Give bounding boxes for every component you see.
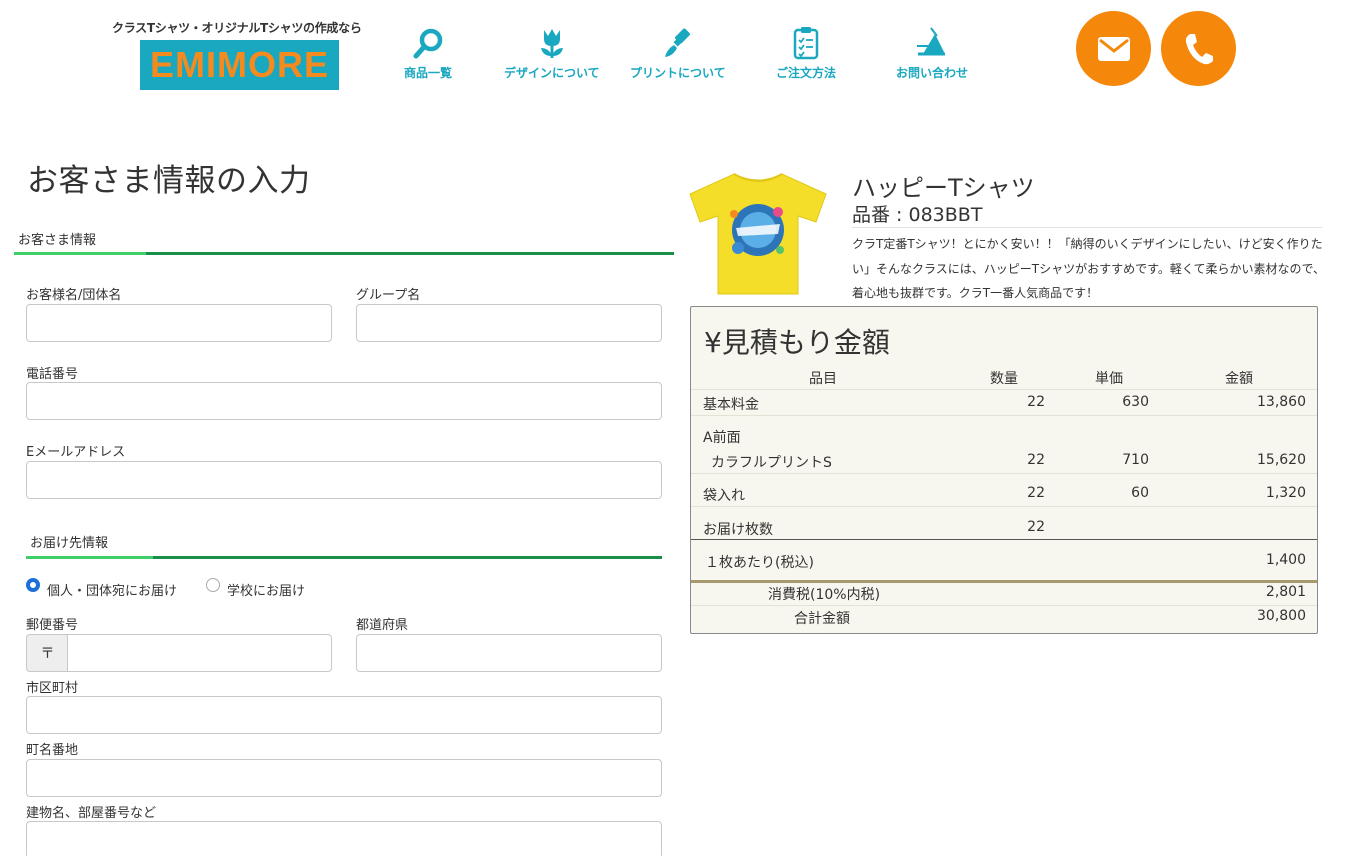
customer-name-input[interactable] [26,304,332,342]
bag-amount: 1,320 [1265,485,1306,501]
postal-prefix: 〒 [26,634,68,672]
estimate-panel: ¥見積もり金額 品目 数量 単価 金額 基本料金 22 630 13,860 A… [690,306,1318,634]
bag-unit: 60 [1131,485,1149,501]
radio-school[interactable] [206,578,220,592]
product-description: クラT定番Tシャツ！とにかく安い！！「納得のいくデザインにしたい、けど安く作りた… [852,237,1326,300]
radio-individual[interactable] [26,578,40,592]
mail-icon [1097,36,1130,61]
delivery-section-heading: お届け先情報 [30,536,109,551]
bag-qty: 22 [1027,485,1045,501]
product-tshirt-image [689,173,827,295]
postal-code-input[interactable] [67,634,332,672]
city-label: 市区町村 [26,681,79,696]
nav-print[interactable]: プリントについて [630,26,726,81]
customer-name-label: お客様名/団体名 [26,288,122,303]
per-item-label: １枚あたり(税込) [705,555,814,571]
email-label: Eメールアドレス [26,445,126,460]
prefecture-input[interactable] [356,634,662,672]
tax-label: 消費税(10%内税) [768,587,881,603]
base-item: 基本料金 [703,397,759,413]
estimate-title: ¥見積もり金額 [704,326,890,359]
nav-order[interactable]: ご注文方法 [776,26,836,81]
radio-individual-label[interactable]: 個人・団体宛にお届け [47,580,177,599]
radio-school-label[interactable]: 学校にお届け [227,580,305,599]
base-unit: 630 [1122,394,1149,410]
front-label: A前面 [703,430,741,446]
building-label: 建物名、部屋番号など [26,806,157,821]
group-name-input[interactable] [356,304,662,342]
header-amount: 金額 [1225,371,1253,387]
megaphone-icon [917,27,945,56]
header-item: 品目 [809,371,837,387]
nav-products-label: 商品一覧 [404,66,453,80]
total-label: 合計金額 [794,611,850,627]
print-amount: 15,620 [1257,452,1306,468]
phone-label: 電話番号 [26,367,79,382]
base-qty: 22 [1027,394,1045,410]
nav-design-label: デザインについて [504,66,600,80]
delivery-section-divider [26,556,662,559]
clipboard-icon [793,27,819,60]
nav-contact[interactable]: お問い合わせ [896,26,968,81]
phone-icon [1185,33,1213,64]
product-name: ハッピーTシャツ [852,174,1035,202]
product-code: 品番 : 083BBT [852,204,983,226]
tulip-icon [540,29,563,58]
nav-design[interactable]: デザインについて [504,26,600,81]
site-logo[interactable]: EMIMORE [140,40,339,90]
per-item-amount: 1,400 [1265,552,1306,568]
postal-code-label: 郵便番号 [26,618,79,633]
page-title: お客さま情報の入力 [27,163,311,199]
count-qty: 22 [1027,519,1045,535]
city-input[interactable] [26,696,662,734]
customer-section-heading: お客さま情報 [18,233,97,248]
nav-print-label: プリントについて [630,66,726,80]
paintbrush-icon [664,28,690,57]
header-qty: 数量 [990,371,1018,387]
bag-item: 袋入れ [703,488,745,504]
nav-products[interactable]: 商品一覧 [404,26,452,81]
phone-button[interactable] [1161,11,1236,86]
tax-amount: 2,801 [1265,584,1306,600]
mail-button[interactable] [1076,11,1151,86]
logo-text: EMIMORE [149,44,329,85]
search-icon [413,28,443,59]
total-amount: 30,800 [1257,608,1306,624]
nav-order-label: ご注文方法 [776,66,837,80]
nav-contact-label: お問い合わせ [896,66,969,80]
print-qty: 22 [1027,452,1045,468]
phone-input[interactable] [26,382,662,420]
header-unit: 単価 [1095,371,1123,387]
site-header: クラスTシャツ・オリジナルTシャツの作成なら EMIMORE 商品一覧 デザイン… [0,0,1353,110]
site-tagline: クラスTシャツ・オリジナルTシャツの作成なら [112,21,362,35]
prefecture-label: 都道府県 [356,618,409,633]
customer-section-divider [14,252,674,255]
print-item: カラフルプリントS [711,455,832,471]
product-divider [852,227,1322,228]
group-name-label: グループ名 [356,288,421,303]
base-amount: 13,860 [1257,394,1306,410]
print-unit: 710 [1122,452,1149,468]
building-input[interactable] [26,821,662,856]
street-input[interactable] [26,759,662,797]
street-label: 町名番地 [26,743,79,758]
count-item: お届け枚数 [703,522,773,538]
email-input[interactable] [26,461,662,499]
